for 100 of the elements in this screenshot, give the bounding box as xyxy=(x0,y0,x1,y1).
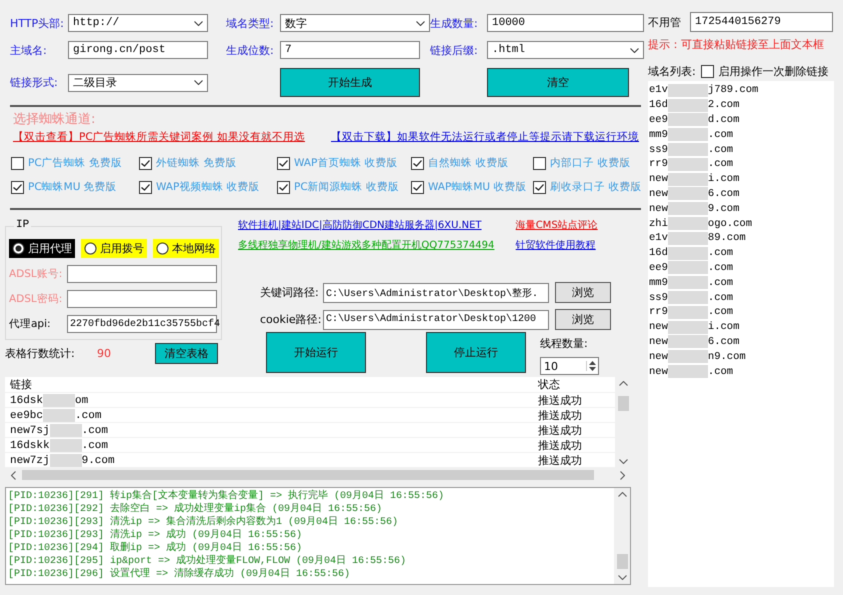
checkbox[interactable] xyxy=(533,156,546,170)
chevron-right-icon xyxy=(620,470,625,480)
list-item: .com xyxy=(708,276,734,289)
label: HTTP头部: xyxy=(10,16,65,30)
label: ADSL账号: xyxy=(9,267,64,281)
list-item: mm9 xyxy=(649,276,668,289)
checkbox[interactable] xyxy=(139,156,152,170)
scrollbar-thumb[interactable] xyxy=(618,396,628,411)
link[interactable]: 软件挂机|建站IDC|高防防御CDN建站服务器|6XU.NET xyxy=(238,218,508,232)
number-spinner[interactable]: 10 xyxy=(540,357,599,375)
list-item: i.com xyxy=(708,321,740,334)
link[interactable]: 海量CMS站点评论 xyxy=(516,218,611,232)
hint-text: 提示：可直接粘贴链接至上面文本框 xyxy=(648,37,825,52)
dropdown[interactable]: 数字 xyxy=(280,14,430,32)
radio-circle-icon xyxy=(84,242,97,255)
button[interactable]: 开始生成 xyxy=(280,68,420,97)
chevron-left-icon xyxy=(11,470,16,480)
input-field[interactable]: C:\Users\Administrator\Desktop\整形. xyxy=(323,282,549,302)
pixelated-block xyxy=(668,276,708,290)
label: 域名类型: xyxy=(225,16,275,30)
list-item: i.com xyxy=(708,173,740,186)
pixelated-block xyxy=(668,143,708,156)
radio-button[interactable]: 启用拨号 xyxy=(81,239,147,258)
checkbox-label: WAP视频蜘蛛 收费版 xyxy=(156,180,260,194)
input-field[interactable]: 1725440156279 xyxy=(690,12,833,32)
button[interactable]: 停止运行 xyxy=(426,332,526,373)
table-cell: new7zj xyxy=(10,454,50,466)
list-item: rr9 xyxy=(649,306,668,318)
checkbox[interactable] xyxy=(411,180,424,194)
input-field[interactable] xyxy=(67,290,217,308)
link[interactable]: 【双击查看】PC广告蜘蛛所需关键词案例 如果没有就不用选 xyxy=(13,130,306,144)
vertical-scrollbar[interactable] xyxy=(614,488,630,584)
input-field[interactable]: 7 xyxy=(280,41,420,59)
chevron-down-icon xyxy=(618,575,626,580)
button[interactable]: 清空 xyxy=(487,68,629,97)
chevron-down-icon xyxy=(194,80,203,85)
checkmark-icon xyxy=(141,160,150,166)
scrollbar-thumb[interactable] xyxy=(616,554,628,569)
column-header[interactable]: 链接 xyxy=(5,377,533,392)
dropdown[interactable]: .html xyxy=(487,41,644,59)
button[interactable]: 开始运行 xyxy=(266,332,366,373)
label: 线程数量: xyxy=(540,336,589,351)
label: 链接形式: xyxy=(10,75,59,90)
radio-button[interactable]: 本地网络 xyxy=(153,239,219,258)
link[interactable]: 【双击下载】如果软件无法运行或者停止等提示请下载运行环境 xyxy=(331,130,640,144)
checkbox[interactable] xyxy=(411,156,424,170)
checkbox[interactable] xyxy=(700,65,714,78)
checkbox[interactable] xyxy=(277,180,290,194)
list-item: .com xyxy=(708,262,734,274)
browse-button[interactable]: 浏览 xyxy=(555,309,611,330)
list-item: 2.com xyxy=(708,99,740,112)
label: 代理api: xyxy=(9,317,52,331)
list-item: .com xyxy=(708,128,734,141)
browse-button[interactable]: 浏览 xyxy=(555,282,611,303)
button[interactable]: 清空表格 xyxy=(155,343,218,364)
checkbox[interactable] xyxy=(533,180,546,194)
dropdown[interactable]: 二级目录 xyxy=(68,74,208,92)
checkbox-label: 刷收录口子 收费版 xyxy=(550,180,642,194)
table-cell: .com xyxy=(82,440,108,452)
checkbox-label: WAP蜘蛛MU 收费版 xyxy=(428,180,526,194)
table-cell-text: 推送成功 xyxy=(537,453,583,468)
log-line: [PID:10236][293] 清洗ip => 集合清洗后剩余内容数为1 (09月04日 16:55:56) xyxy=(8,516,400,528)
label: 生成位数: xyxy=(225,42,275,58)
link[interactable]: 针贸软件使用教程 xyxy=(516,238,611,252)
table-cell: new7sj xyxy=(10,424,50,436)
input-field[interactable]: 2270fbd96de2b11c35755bcf4 xyxy=(67,315,217,333)
list-item: ogo.com xyxy=(708,218,752,230)
list-item: 9.com xyxy=(708,202,740,215)
checkbox-label: PC蜘蛛MU 免费版 xyxy=(28,180,117,194)
scrollbar-thumb[interactable] xyxy=(22,470,594,480)
chevron-down-icon xyxy=(630,48,639,52)
checkbox[interactable] xyxy=(139,180,152,194)
list-item: .com xyxy=(708,366,734,378)
radio-button[interactable]: 启用代理 xyxy=(9,239,75,258)
section-title: 选择蜘蛛通道: xyxy=(13,111,96,128)
table-cell-text: 推送成功 xyxy=(537,438,583,453)
table-cell-text: 推送成功 xyxy=(537,423,583,438)
list-item: .com xyxy=(708,306,734,318)
pixelated-block xyxy=(43,409,76,422)
table-cell-text: 推送成功 xyxy=(537,408,583,423)
list-item: ss9 xyxy=(649,144,668,156)
pixelated-block xyxy=(668,84,708,97)
label: 表格行数统计: xyxy=(5,346,76,361)
checkbox[interactable] xyxy=(277,156,290,170)
checkbox-label: WAP首页蜘蛛 收费版 xyxy=(294,156,398,170)
input-field[interactable] xyxy=(67,265,217,283)
checkbox[interactable] xyxy=(11,156,24,170)
checkbox[interactable] xyxy=(11,180,24,194)
list-item: ee9 xyxy=(649,114,668,126)
column-header[interactable]: 状态 xyxy=(533,377,615,392)
input-field[interactable]: C:\Users\Administrator\Desktop\1200 xyxy=(323,310,549,330)
input-field[interactable]: girong.cn/post xyxy=(68,41,208,59)
pixelated-block xyxy=(50,439,82,452)
pixelated-block xyxy=(668,187,708,200)
pixelated-block xyxy=(668,320,708,334)
pixelated-block xyxy=(668,217,708,230)
pixelated-block xyxy=(668,261,708,274)
dropdown[interactable]: http:// xyxy=(68,14,208,32)
input-field[interactable]: 10000 xyxy=(487,14,644,32)
count: 90 xyxy=(97,347,112,360)
